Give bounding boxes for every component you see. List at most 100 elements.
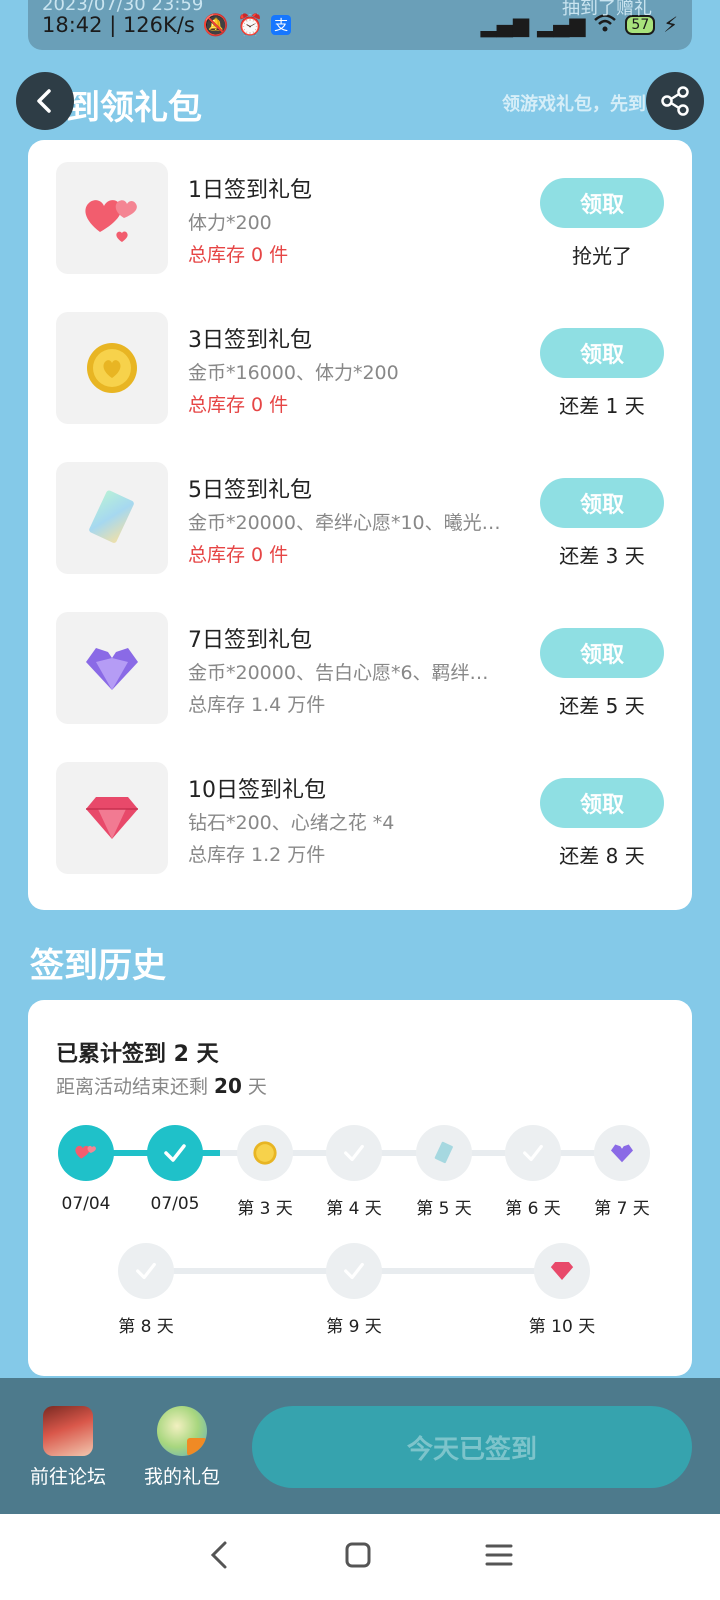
red-diamond-icon — [86, 797, 138, 839]
claim-button[interactable]: 领取 — [540, 328, 664, 378]
claim-status: 抢光了 — [572, 244, 632, 268]
history-title: 签到历史 — [30, 946, 166, 986]
gold-coin-icon — [253, 1141, 277, 1165]
share-button[interactable] — [646, 72, 704, 130]
claim-status: 还差 3 天 — [559, 544, 645, 568]
gold-coin-icon — [87, 343, 137, 393]
my-gifts-avatar — [157, 1406, 207, 1456]
gift-name: 7日签到礼包 — [188, 628, 312, 653]
nav-menu-icon[interactable] — [485, 1542, 513, 1572]
check-icon — [136, 1262, 156, 1280]
forum-button[interactable]: 前往论坛 — [18, 1406, 118, 1489]
gift-thumb — [56, 462, 168, 574]
gift-desc: 体力*200 — [188, 212, 272, 234]
system-nav-bar — [0, 1514, 720, 1600]
claim-status: 还差 8 天 — [559, 844, 645, 868]
back-button[interactable] — [16, 72, 74, 130]
forum-label: 前往论坛 — [29, 1466, 106, 1488]
claim-button[interactable]: 领取 — [540, 178, 664, 228]
header: 签到领礼包 领游戏礼包，先到 — [0, 70, 720, 134]
alipay-icon: 支 — [271, 15, 292, 35]
hearts-icon — [75, 1145, 96, 1159]
gift-row-day3: 3日签到礼包 金币*16000、体力*200 总库存 0 件 领取 还差 1 天 — [56, 312, 664, 424]
day-node-10 — [534, 1243, 590, 1299]
day-node-7 — [594, 1125, 650, 1181]
day-label: 第 8 天 — [118, 1317, 174, 1337]
day-label: 第 4 天 — [326, 1199, 382, 1219]
check-icon — [344, 1262, 364, 1280]
gift-stock: 总库存 0 件 — [188, 394, 289, 416]
hearts-icon — [85, 200, 137, 242]
gift-row-day10: 10日签到礼包 钻石*200、心绪之花 *4 总库存 1.2 万件 领取 还差 … — [56, 762, 664, 874]
page-subtitle: 领游戏礼包，先到 — [502, 94, 646, 115]
alarm-icon: ⏰ — [236, 12, 264, 37]
claim-status: 还差 1 天 — [559, 394, 645, 418]
gift-desc: 金币*16000、体力*200 — [188, 362, 399, 384]
gift-list-card: 1日签到礼包 体力*200 总库存 0 件 领取 抢光了 3日签到礼包 金币*1… — [28, 140, 692, 910]
claim-button[interactable]: 领取 — [540, 478, 664, 528]
card-icon — [89, 490, 134, 543]
nav-back-icon[interactable] — [207, 1540, 231, 1574]
share-icon — [661, 86, 689, 116]
day-label: 07/05 — [150, 1194, 200, 1214]
gift-row-day1: 1日签到礼包 体力*200 总库存 0 件 领取 抢光了 — [56, 162, 664, 274]
check-icon — [344, 1144, 364, 1162]
signal-icon: ▂▄▆ — [480, 13, 529, 37]
claim-button[interactable]: 领取 — [540, 778, 664, 828]
gift-stock: 总库存 0 件 — [188, 544, 289, 566]
purple-heart-gem-icon — [611, 1144, 633, 1163]
purple-heart-gem-icon — [86, 648, 138, 690]
day-node-1 — [58, 1125, 114, 1181]
forum-avatar — [43, 1406, 93, 1456]
day-label: 第 6 天 — [505, 1199, 561, 1219]
my-gifts-label: 我的礼包 — [143, 1466, 220, 1488]
status-time: 18:42 | 126K/s — [42, 13, 195, 37]
gift-stock: 总库存 1.4 万件 — [188, 694, 326, 716]
mute-icon: 🔕 — [202, 12, 229, 37]
charging-icon: ⚡ — [663, 13, 678, 37]
gift-name: 1日签到礼包 — [188, 178, 312, 203]
signed-today-button[interactable]: 今天已签到 — [252, 1406, 692, 1488]
card-icon — [434, 1141, 453, 1164]
day-label: 07/04 — [61, 1194, 111, 1214]
day-node-4 — [326, 1125, 382, 1181]
ghost-timestamp: 2023/07/30 23:59 — [42, 0, 204, 15]
history-card: 已累计签到 2 天 距离活动结束还剩 20 天 07/04 07/05 第 3 … — [28, 1000, 692, 1376]
red-diamond-icon — [550, 1262, 574, 1280]
ghost-notice: 抽到了赠礼 — [562, 0, 652, 19]
claim-button[interactable]: 领取 — [540, 628, 664, 678]
signin-count: 已累计签到 2 天 — [56, 1042, 219, 1067]
gift-thumb — [56, 762, 168, 874]
gift-name: 3日签到礼包 — [188, 328, 312, 353]
day-label: 第 5 天 — [416, 1199, 472, 1219]
my-gifts-button[interactable]: 我的礼包 — [132, 1406, 232, 1489]
gift-stock: 总库存 0 件 — [188, 244, 289, 266]
day-label: 第 7 天 — [594, 1199, 650, 1219]
gift-desc: 钻石*200、心绪之花 *4 — [188, 812, 395, 834]
claim-status: 还差 5 天 — [559, 694, 645, 718]
gift-thumb — [56, 612, 168, 724]
check-icon — [523, 1144, 543, 1162]
day-node-5 — [416, 1125, 472, 1181]
nav-home-icon[interactable] — [344, 1541, 372, 1573]
status-bar: 2023/07/30 23:59 抽到了赠礼 18:42 | 126K/s 🔕 … — [28, 0, 692, 50]
gift-box-icon — [187, 1438, 207, 1456]
gift-name: 5日签到礼包 — [188, 478, 312, 503]
bottom-action-bar: 前往论坛 我的礼包 今天已签到 — [0, 1378, 720, 1514]
day-node-2 — [147, 1125, 203, 1181]
check-icon — [164, 1144, 186, 1162]
day-label: 第 3 天 — [237, 1199, 293, 1219]
day-label: 第 9 天 — [326, 1317, 382, 1337]
gift-thumb — [56, 162, 168, 274]
gift-stock: 总库存 1.2 万件 — [188, 844, 326, 866]
day-node-6 — [505, 1125, 561, 1181]
days-remaining: 距离活动结束还剩 20 天 — [56, 1074, 267, 1098]
gift-desc: 金币*20000、告白心愿*6、羁绊… — [188, 662, 489, 684]
chevron-left-icon — [37, 89, 51, 113]
day-node-8 — [118, 1243, 174, 1299]
gift-desc: 金币*20000、牵绊心愿*10、曦光… — [188, 512, 501, 534]
gift-name: 10日签到礼包 — [188, 778, 326, 803]
gift-row-day5: 5日签到礼包 金币*20000、牵绊心愿*10、曦光… 总库存 0 件 领取 还… — [56, 462, 664, 574]
gift-row-day7: 7日签到礼包 金币*20000、告白心愿*6、羁绊… 总库存 1.4 万件 领取… — [56, 612, 664, 724]
day-node-9 — [326, 1243, 382, 1299]
